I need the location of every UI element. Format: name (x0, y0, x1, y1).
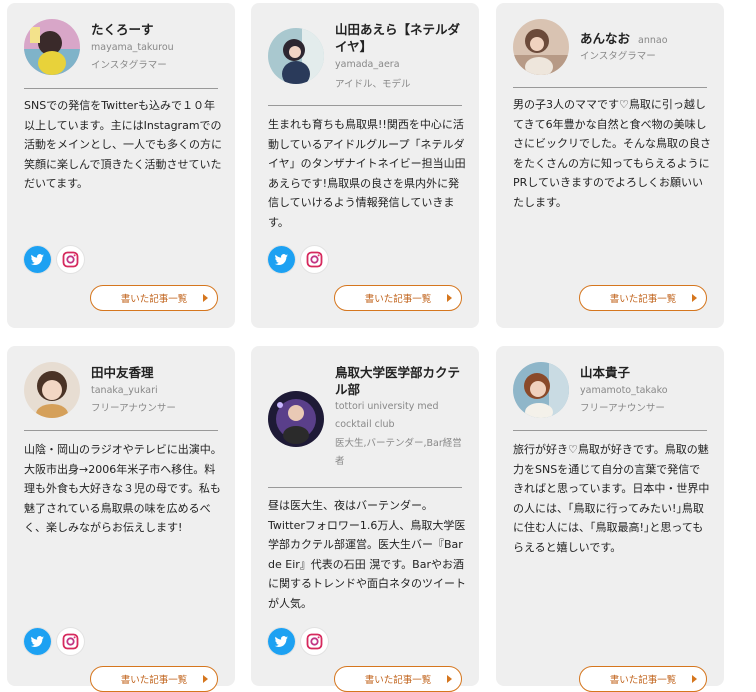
profile-bio: 旅行が好き♡鳥取が好きです。鳥取の魅力をSNSを通じて自分の言葉で発信できればと… (513, 443, 710, 554)
instagram-icon[interactable] (57, 246, 84, 273)
social-links (24, 246, 84, 273)
twitter-icon[interactable] (24, 628, 51, 655)
divider (513, 430, 707, 431)
avatar[interactable] (513, 362, 569, 418)
articles-list-button[interactable]: 書いた記事一覧 (334, 666, 462, 692)
profile-role: インスタグラマー (91, 60, 167, 71)
profile-name: 鳥取大学医学部カクテル部 (335, 365, 461, 397)
profile-handle: yamamoto_takako (580, 385, 668, 396)
avatar[interactable] (24, 362, 80, 418)
articles-list-label: 書いた記事一覧 (120, 294, 188, 305)
profile-name: 田中友香理 (91, 365, 154, 380)
profile-role: 医大生,バーテンダー,Bar経営者 (335, 438, 462, 467)
profile-bio: 山陰・岡山のラジオやテレビに出演中。大阪市出身→2006年米子市へ移住。料理も外… (24, 443, 222, 534)
profile-role: フリーアナウンサー (91, 403, 176, 414)
profile-meta: tanaka_yukari フリーアナウンサー (91, 382, 223, 418)
avatar[interactable] (268, 391, 324, 447)
profile-name: あんなお annao (580, 30, 712, 49)
profile-meta: mayama_takurou インスタグラマー (91, 39, 223, 75)
articles-list-label: 書いた記事一覧 (364, 294, 432, 305)
twitter-icon[interactable] (268, 246, 295, 273)
profile-handle: tanaka_yukari (91, 385, 158, 396)
divider (268, 105, 462, 106)
avatar[interactable] (268, 28, 324, 84)
avatar[interactable] (513, 19, 569, 75)
divider (513, 87, 707, 88)
profile-name: たくろーす (91, 22, 154, 37)
instagram-icon[interactable] (57, 628, 84, 655)
profile-card: あんなお annao インスタグラマー 男の子3人のママです♡鳥取に引っ越してきて… (496, 3, 724, 328)
arrow-right-icon (203, 294, 208, 302)
profile-role: インスタグラマー (580, 51, 656, 62)
articles-list-button[interactable]: 書いた記事一覧 (90, 285, 218, 311)
profile-name: 山本貴子 (580, 365, 631, 380)
profile-meta: tottori university med cocktail club 医大生… (335, 398, 467, 471)
profile-card: 山田あえら【ネテルダイヤ】 yamada_aera アイドル、モデル 生まれも育… (251, 3, 479, 328)
arrow-right-icon (447, 675, 452, 683)
profile-handle: annao (638, 35, 668, 46)
profile-handle: tottori university med cocktail club (335, 401, 439, 430)
instagram-icon[interactable] (301, 246, 328, 273)
articles-list-label: 書いた記事一覧 (364, 675, 432, 686)
articles-list-button[interactable]: 書いた記事一覧 (579, 666, 707, 692)
articles-list-button[interactable]: 書いた記事一覧 (90, 666, 218, 692)
instagram-icon[interactable] (301, 628, 328, 655)
arrow-right-icon (203, 675, 208, 683)
profile-meta: インスタグラマー (580, 48, 712, 66)
articles-list-label: 書いた記事一覧 (120, 675, 188, 686)
divider (24, 88, 218, 89)
articles-list-label: 書いた記事一覧 (609, 294, 677, 305)
profile-card: 田中友香理 tanaka_yukari フリーアナウンサー 山陰・岡山のラジオや… (7, 346, 235, 692)
profile-bio: 生まれも育ちも鳥取県!!関西を中心に活動しているアイドルグループ「ネテルダイヤ」… (268, 118, 466, 229)
profile-bio: 昼は医大生、夜はバーテンダー。Twitterフォロワー1.6万人、鳥取大学医学部… (268, 499, 466, 610)
arrow-right-icon (447, 294, 452, 302)
social-links (268, 628, 328, 655)
social-links (268, 246, 328, 273)
profile-role: フリーアナウンサー (580, 403, 665, 414)
profile-handle: mayama_takurou (91, 42, 174, 53)
profile-handle: yamada_aera (335, 59, 400, 70)
twitter-icon[interactable] (268, 628, 295, 655)
profile-card: 山本貴子 yamamoto_takako フリーアナウンサー 旅行が好き♡鳥取が… (496, 346, 724, 692)
profile-meta: yamada_aera アイドル、モデル (335, 56, 467, 94)
avatar[interactable] (24, 19, 80, 75)
profile-card: たくろーす mayama_takurou インスタグラマー SNSでの発信をTw… (7, 3, 235, 328)
profile-role: アイドル、モデル (335, 79, 411, 90)
arrow-right-icon (692, 294, 697, 302)
articles-list-label: 書いた記事一覧 (609, 675, 677, 686)
twitter-icon[interactable] (24, 246, 51, 273)
profile-name-text: あんなお (580, 31, 631, 46)
articles-list-button[interactable]: 書いた記事一覧 (579, 285, 707, 311)
profile-bio: SNSでの発信をTwitterも込みで１０年以上しています。主にはInstagr… (24, 99, 222, 190)
profile-bio: 男の子3人のママです♡鳥取に引っ越してきて6年豊かな自然と食べ物の美味しさにビッ… (513, 98, 711, 209)
divider (268, 487, 462, 488)
profile-card: 鳥取大学医学部カクテル部 tottori university med cock… (251, 346, 479, 692)
profile-meta: yamamoto_takako フリーアナウンサー (580, 382, 712, 418)
arrow-right-icon (692, 675, 697, 683)
articles-list-button[interactable]: 書いた記事一覧 (334, 285, 462, 311)
profile-name: 山田あえら【ネテルダイヤ】 (335, 22, 461, 54)
divider (24, 430, 218, 431)
social-links (24, 628, 84, 655)
